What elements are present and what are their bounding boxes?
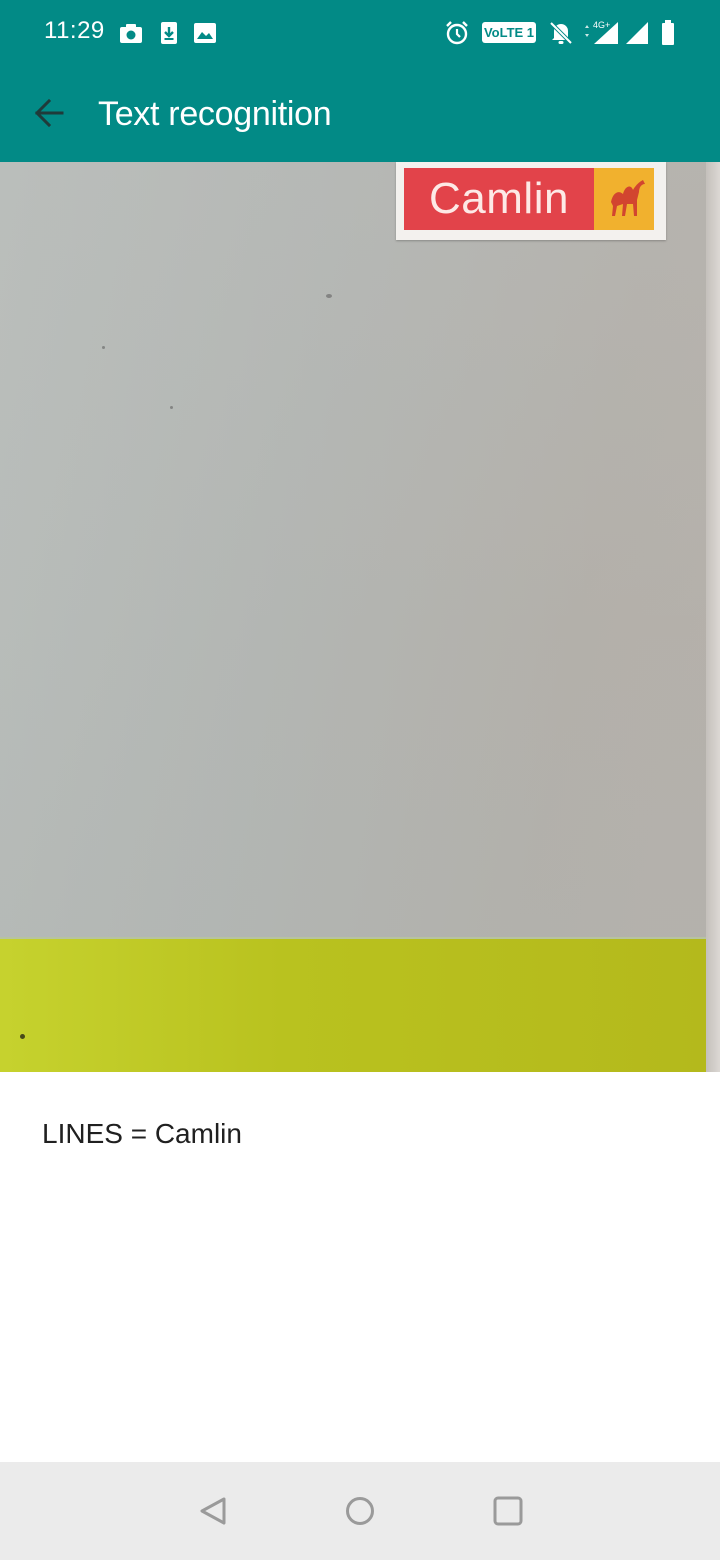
signal-icon <box>624 20 650 46</box>
app-bar: Text recognition <box>0 64 720 162</box>
status-bar: 11:29 VoLTE 1 4G+ <box>0 0 720 64</box>
camel-logo-icon <box>601 172 649 224</box>
signal-4g-icon: 4G+ <box>580 20 620 46</box>
battery-icon <box>660 20 676 46</box>
preview-speck <box>326 294 332 298</box>
bell-off-icon <box>548 20 574 46</box>
page-title: Text recognition <box>98 95 332 133</box>
camlin-sign: Camlin <box>396 162 666 240</box>
recognized-text: LINES = Camlin <box>42 1118 242 1149</box>
network-label: 4G+ <box>593 20 610 30</box>
camera-preview: Camlin <box>0 162 720 1072</box>
navigation-bar <box>0 1462 720 1560</box>
preview-shade <box>0 162 720 937</box>
home-circle-icon[interactable] <box>340 1491 380 1531</box>
preview-speck <box>170 406 173 409</box>
status-time: 11:29 <box>44 17 105 44</box>
back-triangle-icon[interactable] <box>192 1491 232 1531</box>
preview-yellow-strip <box>0 937 706 1072</box>
preview-edge <box>706 162 720 1072</box>
camera-icon <box>118 20 144 46</box>
image-icon <box>192 20 218 46</box>
volte-badge: VoLTE 1 <box>482 22 536 43</box>
sign-text: Camlin <box>429 174 569 223</box>
preview-speck <box>20 1034 25 1039</box>
alarm-icon <box>444 20 470 46</box>
download-icon <box>156 20 182 46</box>
preview-speck <box>102 346 105 349</box>
arrow-back-icon[interactable] <box>22 86 76 140</box>
recents-square-icon[interactable] <box>488 1491 528 1531</box>
